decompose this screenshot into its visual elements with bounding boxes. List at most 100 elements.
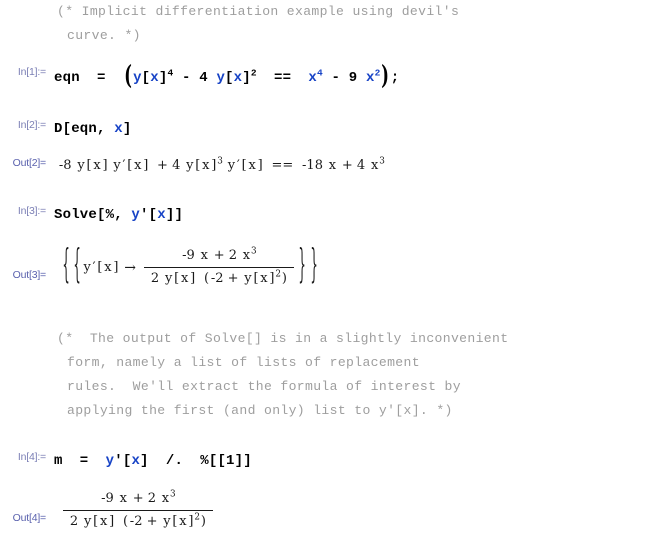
comment-cell-1-content: (* Implicit differentiation example usin… (54, 0, 659, 48)
bracket: ] (269, 271, 275, 286)
fraction: -9 x + 2 x3 2 y[x](-2 + y[x]2) (63, 490, 213, 531)
input-text: m = (54, 453, 106, 469)
symbol-x: x (104, 259, 112, 275)
input-cell-1-content[interactable]: eqn = (y[x]4 - 4 y[x]2 == x4 - 9 x2); (54, 61, 659, 92)
exponent: 2 (194, 512, 200, 523)
comment-line: applying the first (and only) list to y'… (67, 403, 453, 418)
operator: -2 + (129, 514, 158, 529)
input-cell-2-content[interactable]: D[eqn, x] (54, 119, 659, 139)
symbol-y: y (83, 514, 92, 529)
paren: ( (122, 514, 129, 529)
output-cell-2[interactable]: Out[2]= -8 y[x] y ′[x] + 4 y[x]3 y ′[x] == -18 x + … (0, 157, 659, 175)
input-cell-4-content[interactable]: m = y'[x] /. %[[1]] (54, 451, 659, 471)
symbol-y: y (216, 70, 226, 86)
input-text: Solve[%, (54, 207, 132, 223)
paren: ( (203, 271, 210, 286)
symbol-y: y (83, 259, 91, 275)
equality-operator: == (256, 70, 309, 86)
output-cell-2-content: -8 y[x] y ′[x] + 4 y[x]3 y ′[x] == -18 x + 4 x3 (54, 157, 659, 175)
bracket: ] (122, 121, 132, 137)
coefficient: -9 (182, 248, 195, 263)
in-label-4: In[4]:= (17, 451, 46, 463)
fraction-bar (63, 510, 213, 511)
output-cell-4[interactable]: Out[4]= -9 x + 2 x3 2 y[x](-2 + y[x]2) (0, 490, 659, 531)
input-cell-1[interactable]: In[1]:= eqn = (y[x]4 - 4 y[x]2 == x4 - 9… (0, 61, 659, 92)
input-cell-2[interactable]: In[2]:= D[eqn, x] (0, 119, 659, 139)
comment-cell-2-content: (* The output of Solve[] is in a slightl… (54, 327, 659, 423)
symbol-x: x (157, 207, 166, 223)
output-cell-4-content: -9 x + 2 x3 2 y[x](-2 + y[x]2) (54, 490, 659, 531)
symbol-x: x (179, 514, 187, 529)
comment-cell-1[interactable]: (* Implicit differentiation example usin… (0, 0, 659, 48)
symbol-x: x (200, 248, 208, 263)
close-brace-icon: } (298, 243, 307, 289)
bracket: ]] (165, 207, 184, 223)
symbol-x: x (119, 491, 127, 506)
input-cell-4[interactable]: In[4]:= m = y'[x] /. %[[1]] (0, 451, 659, 471)
bracket: [ (148, 207, 158, 223)
bracket: [ (141, 70, 151, 86)
fraction-numerator: -9 x + 2 x3 (144, 247, 294, 266)
mathematica-notebook: (* Implicit differentiation example usin… (0, 0, 659, 540)
close-brace-icon: } (310, 243, 318, 289)
symbol-y: y (227, 158, 236, 173)
bracket: ] (109, 514, 115, 529)
symbol-x: x (365, 70, 375, 86)
prime-mark: ' (140, 207, 149, 223)
open-paren-icon: ( (124, 60, 132, 92)
operator: + 2 (132, 491, 156, 506)
fraction-denominator: 2 y[x](-2 + y[x]2) (63, 512, 213, 531)
input-cell-3[interactable]: In[3]:= Solve[%, y'[x]] (0, 205, 659, 225)
out-label-3: Out[3]= (12, 268, 47, 281)
output-cell-3-content: {{y ′[x] → -9 x + 2 x3 2 y[x](-2 + y[x]2) }} (54, 244, 659, 289)
coefficient: -18 (302, 158, 323, 173)
comment-line: rules. We'll extract the formula of inte… (67, 379, 461, 394)
coefficient: 2 (69, 514, 79, 529)
comment-line: (* The output of Solve[] is in a slightl… (57, 331, 509, 346)
symbol-y: y (164, 271, 173, 286)
symbol-x: x (134, 158, 142, 173)
in-label-3: In[3]:= (17, 205, 46, 217)
symbol-y: y (105, 453, 115, 469)
open-brace-icon: { (61, 243, 70, 289)
bracket: ] (242, 70, 251, 86)
output-cell-3[interactable]: Out[3]= {{y ′[x] → -9 x + 2 x3 2 y[x](-2 + y[x]… (0, 244, 659, 289)
bracket: ] (257, 158, 263, 173)
symbol-x: x (233, 70, 243, 86)
rule-arrow-icon: → (124, 259, 137, 276)
symbol-x: x (370, 158, 379, 173)
symbol-y: y (133, 70, 142, 86)
operator: + 2 (213, 248, 237, 263)
paren: ) (281, 271, 287, 286)
operator: + 4 (341, 158, 366, 173)
symbol-x: x (242, 248, 251, 263)
symbol-x: x (131, 453, 141, 469)
equality-operator: == (271, 158, 294, 173)
symbol-y: y (163, 514, 171, 529)
exponent: 2 (374, 67, 381, 79)
bracket: ] (113, 259, 119, 275)
bracket: [ (86, 158, 92, 173)
exponent: 3 (170, 489, 176, 500)
replacement-expression: ] /. %[[1]] (140, 453, 252, 469)
bracket: ] (158, 70, 168, 86)
input-text: eqn = (54, 70, 123, 86)
prime-mark: ′ (122, 158, 126, 173)
bracket: [ (195, 158, 201, 173)
input-cell-3-content[interactable]: Solve[%, y'[x]] (54, 205, 659, 225)
bracket: [ (174, 271, 180, 286)
symbol-y: y (113, 158, 121, 173)
symbol-x: x (150, 70, 159, 86)
close-paren-icon: ) (381, 60, 390, 92)
fraction-denominator: 2 y[x](-2 + y[x]2) (144, 269, 294, 288)
exponent: 3 (251, 246, 257, 257)
open-brace-icon: { (73, 243, 81, 289)
exponent: 2 (275, 269, 282, 280)
bracket: ] (102, 158, 108, 173)
symbol-x: x (248, 158, 256, 173)
comment-cell-2[interactable]: (* The output of Solve[] is in a slightl… (0, 327, 659, 423)
fraction-bar (144, 267, 294, 268)
in-label-2: In[2]:= (17, 119, 46, 131)
bracket: [ (172, 514, 178, 529)
bracket: [ (225, 70, 234, 86)
